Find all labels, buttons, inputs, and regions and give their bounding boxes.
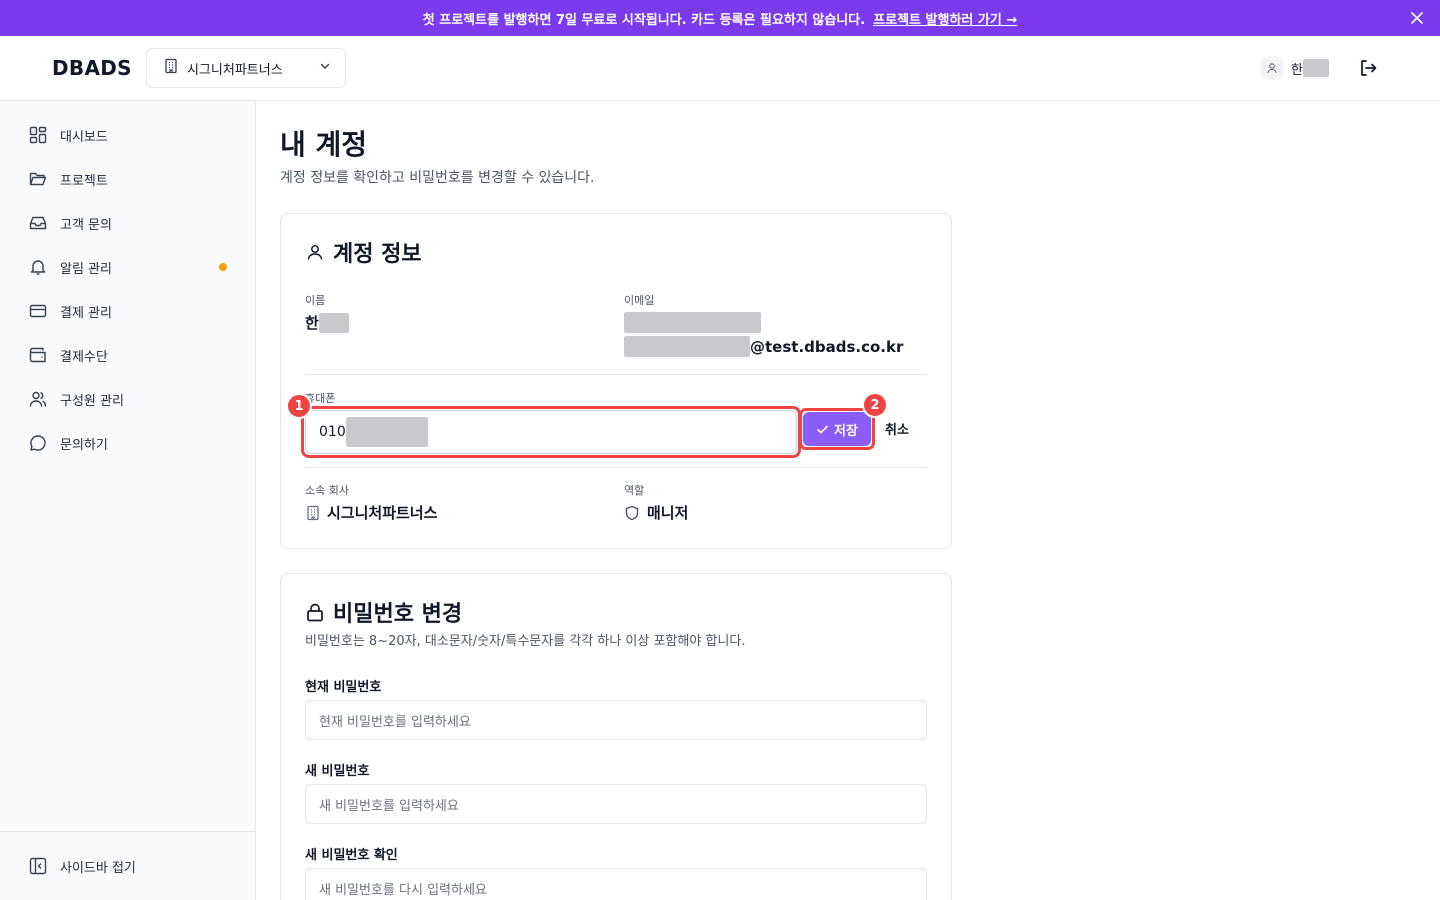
email-domain: @test.dbads.co.kr [750, 337, 904, 356]
main-content: 내 계정 계정 정보를 확인하고 비밀번호를 변경할 수 있습니다. 계정 정보… [256, 101, 1440, 900]
redacted-email [624, 312, 761, 333]
role-text: 매니저 [647, 504, 689, 522]
banner-link[interactable]: 프로젝트 발행하러 가기 → [873, 9, 1017, 28]
account-info-card: 계정 정보 이름 한 이메일 @test.dbads.co.kr 휴대폰 010… [280, 213, 952, 549]
page-title: 내 계정 [280, 128, 368, 161]
sidebar-item-projects[interactable]: 프로젝트 [0, 157, 255, 201]
sidebar-item-label: 구성원 관리 [60, 393, 124, 409]
sidebar-item-billing[interactable]: 결제 관리 [0, 289, 255, 333]
sidebar-item-notifications[interactable]: 알림 관리 [0, 245, 255, 289]
confirm-password-label: 새 비밀번호 확인 [305, 848, 398, 863]
redacted-email [624, 336, 750, 357]
lock-icon [305, 602, 325, 622]
divider [305, 374, 927, 375]
sidebar-item-inquiries[interactable]: 고객 문의 [0, 201, 255, 245]
role-value: 매니저 [624, 502, 688, 523]
password-hint: 비밀번호는 8~20자, 대소문자/숫자/특수문자를 각각 하나 이상 포함해야… [305, 634, 746, 649]
sidebar-item-label: 결제 관리 [60, 305, 112, 321]
dashboard-icon [28, 125, 48, 145]
account-info-title: 계정 정보 [305, 236, 422, 268]
password-change-title: 비밀번호 변경 [305, 596, 462, 628]
building-icon [305, 505, 321, 521]
password-change-card: 비밀번호 변경 비밀번호는 8~20자, 대소문자/숫자/특수문자를 각각 하나… [280, 573, 952, 900]
bell-icon [28, 257, 48, 277]
current-password-label: 현재 비밀번호 [305, 680, 382, 695]
promo-banner: 첫 프로젝트를 발행하면 7일 무료로 시작됩니다. 카드 등록은 필요하지 않… [0, 0, 1440, 36]
current-password-placeholder: 현재 비밀번호를 입력하세요 [319, 714, 471, 730]
company-value: 시그니처파트너스 [305, 502, 437, 523]
sidebar-item-label: 대시보드 [60, 129, 108, 145]
sidebar-collapse-icon [28, 856, 48, 876]
chevron-down-icon [319, 60, 331, 76]
name-value: 한 [305, 312, 349, 333]
banner-text: 첫 프로젝트를 발행하면 7일 무료로 시작됩니다. 카드 등록은 필요하지 않… [422, 12, 866, 28]
sidebar-item-label: 프로젝트 [60, 173, 108, 189]
company-select[interactable]: 시그니처파트너스 [146, 48, 346, 88]
new-password-label: 새 비밀번호 [305, 764, 370, 779]
sidebar-item-label: 고객 문의 [60, 217, 112, 233]
sidebar-item-label: 알림 관리 [60, 261, 112, 277]
new-password-input[interactable]: 새 비밀번호를 입력하세요 [305, 784, 927, 824]
sidebar: 대시보드 프로젝트 고객 문의 알림 관리 결제 관리 결제수단 구성원 관리 … [0, 101, 256, 900]
redacted-name [318, 312, 349, 333]
redacted-name [1302, 59, 1329, 77]
highlight-phone [301, 406, 801, 458]
top-header: DBADS 시그니처파트너스 한 [0, 36, 1440, 101]
new-password-placeholder: 새 비밀번호를 입력하세요 [319, 798, 459, 814]
folder-icon [28, 169, 48, 189]
shield-icon [624, 505, 640, 521]
company-select-label: 시그니처파트너스 [187, 62, 283, 78]
user-name: 한 [1291, 62, 1303, 78]
cancel-button[interactable]: 취소 [885, 419, 909, 438]
credit-card-icon [28, 301, 48, 321]
company-label: 소속 회사 [305, 484, 349, 497]
step-badge-2: 2 [862, 392, 888, 418]
page-subtitle: 계정 정보를 확인하고 비밀번호를 변경할 수 있습니다. [280, 170, 595, 186]
role-label: 역할 [624, 484, 645, 497]
confirm-password-input[interactable]: 새 비밀번호를 다시 입력하세요 [305, 868, 927, 900]
user-icon [305, 242, 325, 262]
password-change-title-text: 비밀번호 변경 [333, 602, 463, 627]
building-icon [163, 58, 179, 78]
name-label: 이름 [305, 294, 326, 307]
current-password-input[interactable]: 현재 비밀번호를 입력하세요 [305, 700, 927, 740]
email-line-2: @test.dbads.co.kr [624, 336, 903, 357]
sidebar-item-label: 문의하기 [60, 437, 108, 453]
confirm-password-placeholder: 새 비밀번호를 다시 입력하세요 [319, 882, 487, 898]
wallet-icon [28, 345, 48, 365]
account-info-title-text: 계정 정보 [333, 242, 422, 267]
step-badge-1: 1 [286, 393, 312, 419]
sidebar-item-contact[interactable]: 문의하기 [0, 421, 255, 465]
collapse-sidebar-label: 사이드바 접기 [60, 860, 136, 876]
sidebar-footer: 사이드바 접기 [0, 831, 255, 900]
email-line-1 [624, 312, 761, 333]
sidebar-item-members[interactable]: 구성원 관리 [0, 377, 255, 421]
sidebar-item-payment-methods[interactable]: 결제수단 [0, 333, 255, 377]
divider [305, 467, 927, 468]
name-text: 한 [305, 314, 319, 332]
logo[interactable]: DBADS [52, 56, 132, 80]
close-icon[interactable] [1408, 9, 1426, 27]
logout-icon[interactable] [1356, 56, 1380, 80]
highlight-save [799, 408, 875, 450]
sidebar-item-label: 결제수단 [60, 349, 108, 365]
message-icon [28, 433, 48, 453]
user-icon [1260, 56, 1284, 80]
inbox-icon [28, 213, 48, 233]
email-label: 이메일 [624, 294, 655, 307]
company-text: 시그니처파트너스 [327, 504, 438, 522]
collapse-sidebar-button[interactable]: 사이드바 접기 [0, 844, 255, 888]
sidebar-item-dashboard[interactable]: 대시보드 [0, 113, 255, 157]
users-icon [28, 389, 48, 409]
user-menu[interactable]: 한 [1260, 56, 1329, 80]
notification-dot [219, 263, 227, 271]
